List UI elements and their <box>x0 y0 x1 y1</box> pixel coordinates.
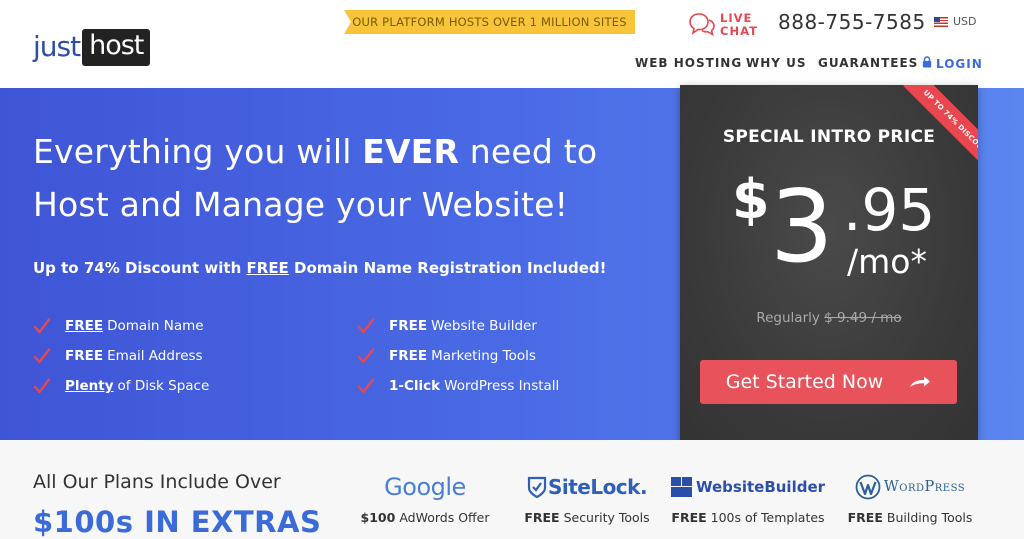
websitebuilder-logo: WebsiteBuilder <box>670 470 826 504</box>
price-card: UP TO 74% DISCOUNT SPECIAL INTRO PRICE $… <box>680 85 978 443</box>
hero-subtitle-free: FREE <box>246 259 289 277</box>
currency-label: USD <box>953 15 977 28</box>
feature-item: FREE Email Address <box>33 348 203 364</box>
feature-item: FREE Domain Name <box>33 318 204 334</box>
chat-bubble-icon <box>688 12 716 38</box>
wordpress-logo: WordPress <box>855 470 965 504</box>
price-unit: /mo* <box>847 242 927 281</box>
extras-heading: All Our Plans Include Over <box>33 471 281 493</box>
feature-strong: FREE <box>65 348 104 364</box>
blocks-icon <box>670 477 692 497</box>
hero-title-part: need to <box>459 132 598 171</box>
currency-selector[interactable]: USD <box>934 15 977 28</box>
partner-caption: FREE Security Tools <box>524 510 649 525</box>
websitebuilder-logo-text: WebsiteBuilder <box>695 478 826 496</box>
feature-text: Marketing Tools <box>431 348 536 364</box>
regular-price-label: Regularly <box>756 310 820 326</box>
live-chat-line1: LIVE <box>720 11 753 25</box>
partner-wordpress: WordPress FREE Building Tools <box>846 470 974 525</box>
partner-websitebuilder: WebsiteBuilder FREE 100s of Templates <box>670 470 826 525</box>
feature-item: FREE Marketing Tools <box>357 348 536 364</box>
price-card-title: SPECIAL INTRO PRICE <box>722 127 936 147</box>
hero-subtitle: Up to 74% Discount with FREE Domain Name… <box>33 259 607 277</box>
feature-text: Email Address <box>107 348 203 364</box>
live-chat-button[interactable]: LIVE CHAT <box>688 12 760 38</box>
nav-why-us[interactable]: WHY US <box>746 56 807 70</box>
feature-item: 1-Click WordPress Install <box>357 378 559 394</box>
regular-price: Regularly $ 9.49 / mo <box>680 310 978 326</box>
checkmark-icon <box>357 378 375 394</box>
partner-caption-strong: FREE <box>524 510 560 525</box>
partner-caption: $100 AdWords Offer <box>361 510 490 525</box>
checkmark-icon <box>33 378 51 394</box>
get-started-label: Get Started Now <box>725 371 884 393</box>
logo-text-host: host <box>82 28 151 66</box>
hero-subtitle-part: Up to 74% Discount with <box>33 259 247 277</box>
feature-strong: FREE <box>389 348 428 364</box>
feature-item: FREE Website Builder <box>357 318 537 334</box>
wordpress-logo-text: WordPress <box>883 479 966 495</box>
partner-caption-text: Security Tools <box>563 510 650 525</box>
sitelock-logo: SiteLock. <box>527 470 648 504</box>
google-logo-text: Google <box>384 473 466 501</box>
logo-text-just: just <box>33 30 81 63</box>
price-integer: 3 <box>770 168 834 285</box>
us-flag-icon <box>934 16 948 27</box>
arrow-right-icon <box>910 376 931 387</box>
feature-item: Plenty of Disk Space <box>33 378 209 394</box>
hero-title-line2: Host and Manage your Website! <box>33 185 569 224</box>
justhost-logo[interactable]: just host <box>33 28 151 66</box>
hero-title-emphasis: EVER <box>362 132 460 171</box>
google-logo: Google <box>384 470 466 504</box>
partner-caption-strong: $100 <box>360 510 396 525</box>
login-label: LOGIN <box>936 56 983 71</box>
phone-number[interactable]: 888-755-7585 <box>778 10 926 34</box>
checkmark-icon <box>357 318 375 334</box>
partner-caption: FREE Building Tools <box>848 510 973 525</box>
hero-subtitle-part: Domain Name Registration Included! <box>288 259 607 277</box>
feature-strong: Plenty <box>65 378 114 394</box>
partner-caption-strong: FREE <box>847 510 883 525</box>
shield-check-icon <box>527 476 547 498</box>
nav-login[interactable]: LOGIN <box>922 56 983 71</box>
checkmark-icon <box>33 348 51 364</box>
price-cents: .95 <box>843 176 936 244</box>
price-currency-symbol: $ <box>732 168 770 231</box>
lock-icon <box>922 56 936 71</box>
partner-caption-strong: FREE <box>671 510 707 525</box>
checkmark-icon <box>357 348 375 364</box>
partner-sitelock: SiteLock. FREE Security Tools <box>522 470 652 525</box>
partner-caption-text: 100s of Templates <box>710 510 825 525</box>
promo-text: OUR PLATFORM HOSTS OVER 1 MILLION SITES <box>352 15 627 29</box>
partner-google: Google $100 AdWords Offer <box>361 470 490 525</box>
nav-web-hosting[interactable]: WEB HOSTING <box>635 56 742 70</box>
feature-text: WordPress Install <box>444 378 560 394</box>
feature-text: Domain Name <box>107 318 204 334</box>
feature-text: Website Builder <box>431 318 537 334</box>
live-chat-label: LIVE CHAT <box>720 12 760 38</box>
extras-amount: $100s IN EXTRAS <box>33 505 322 539</box>
promo-banner: OUR PLATFORM HOSTS OVER 1 MILLION SITES <box>344 10 635 34</box>
regular-price-value: $ 9.49 / mo <box>824 310 902 326</box>
partner-caption-text: Building Tools <box>886 510 973 525</box>
live-chat-line2: CHAT <box>720 24 758 38</box>
sitelock-logo-text: SiteLock. <box>547 475 648 499</box>
hero-title: Everything you will EVER need to Host an… <box>33 125 653 231</box>
site-header: just host OUR PLATFORM HOSTS OVER 1 MILL… <box>0 0 1024 88</box>
nav-guarantees[interactable]: GUARANTEES <box>818 56 918 70</box>
hero-title-part: Everything you will <box>33 132 363 171</box>
partner-caption-text: AdWords Offer <box>399 510 490 525</box>
feature-strong: FREE <box>65 318 104 334</box>
get-started-button[interactable]: Get Started Now <box>700 360 957 404</box>
partner-caption: FREE 100s of Templates <box>671 510 824 525</box>
feature-text: of Disk Space <box>117 378 210 394</box>
wordpress-icon <box>855 474 881 500</box>
feature-strong: FREE <box>389 318 428 334</box>
checkmark-icon <box>33 318 51 334</box>
feature-strong: 1-Click <box>389 378 441 394</box>
